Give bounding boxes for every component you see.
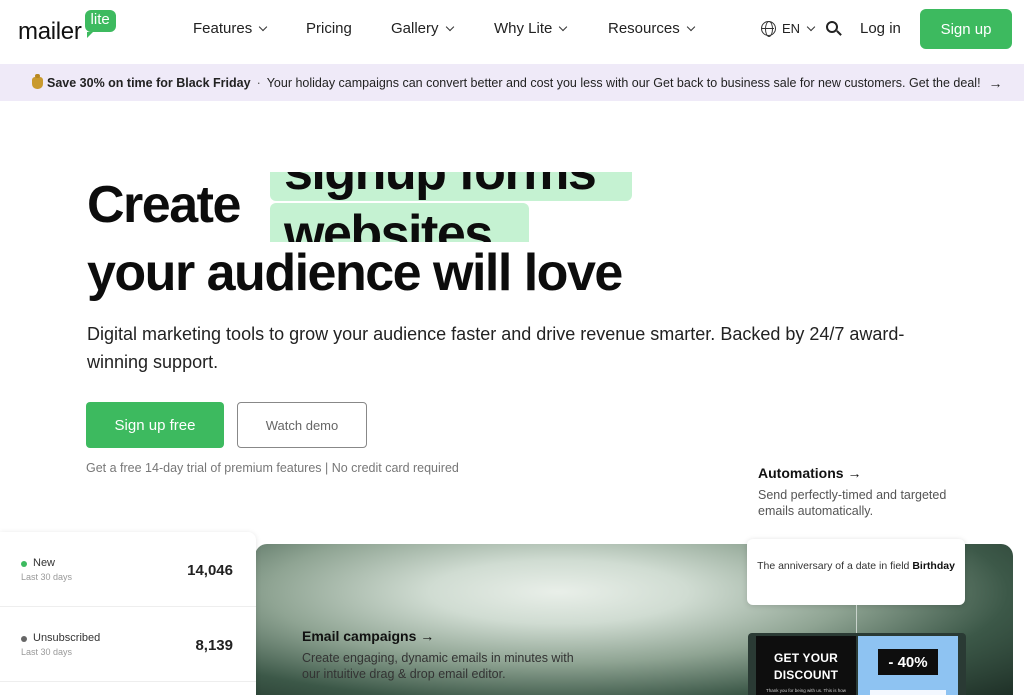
stat-label: New xyxy=(33,557,56,569)
money-bag-icon xyxy=(32,73,43,89)
promo-banner[interactable]: Save 30% on time for Black Friday · Your… xyxy=(0,64,1024,101)
promo-separator: · xyxy=(256,75,261,90)
status-dot xyxy=(21,561,27,567)
status-dot xyxy=(21,636,27,642)
hero-heading-line2: your audience will love xyxy=(87,244,623,302)
automations-link[interactable]: Automations → xyxy=(758,465,861,481)
login-label: Log in xyxy=(860,20,901,37)
rotating-word: websites xyxy=(270,203,529,242)
chevron-down-icon xyxy=(806,22,816,32)
promo-text: Your holiday campaigns can convert bette… xyxy=(266,75,981,90)
signup-button[interactable]: Sign up xyxy=(920,9,1012,49)
chevron-down-icon xyxy=(258,22,268,32)
rotating-word: signup forms xyxy=(270,172,632,201)
globe-icon xyxy=(761,21,776,37)
trial-note: Get a free 14-day trial of premium featu… xyxy=(86,461,459,475)
discount-badge: - 40% xyxy=(878,649,938,675)
chevron-down-icon xyxy=(686,22,695,32)
automations-description: Send perfectly-timed and targeted emails… xyxy=(758,488,947,518)
arrow-right-icon: → xyxy=(988,74,1003,91)
email-preview-headline: GET YOUR DISCOUNT xyxy=(773,651,839,682)
language-label: EN xyxy=(782,21,801,36)
nav-item-label: Resources xyxy=(608,20,680,37)
hero-subtitle: Digital marketing tools to grow your aud… xyxy=(87,324,905,372)
nav-item-why-lite[interactable]: Why Lite xyxy=(494,20,568,37)
watch-demo-button[interactable]: Watch demo xyxy=(237,402,367,448)
nav-item-pricing[interactable]: Pricing xyxy=(306,20,352,37)
nav-item-features[interactable]: Features xyxy=(193,20,268,37)
stat-value: 14,046 xyxy=(187,562,233,579)
search-icon[interactable] xyxy=(825,20,843,38)
stat-label: Unsubscribed xyxy=(33,632,101,644)
nav-item-gallery[interactable]: Gallery xyxy=(391,20,454,37)
workflow-connector xyxy=(856,605,857,633)
language-selector[interactable]: EN xyxy=(761,21,816,37)
top-navigation: mailer lite Features Pricing Gallery Why… xyxy=(0,0,1024,64)
login-link[interactable]: Log in xyxy=(860,20,901,37)
email-preview-right: - 40% xyxy=(858,636,958,695)
logo-wordmark: mailer xyxy=(18,18,82,45)
email-campaigns-description: Create engaging, dynamic emails in minut… xyxy=(302,651,574,681)
stat-row: New Last 30 days 14,046 xyxy=(0,532,256,607)
trigger-text: The anniversary of a date in field xyxy=(757,560,910,572)
rotating-word-carousel: signup forms websites xyxy=(270,172,650,242)
nav-item-label: Why Lite xyxy=(494,20,553,37)
chevron-down-icon xyxy=(445,22,454,32)
email-campaigns-link[interactable]: Email campaigns → xyxy=(302,628,434,644)
stat-row: Unsubscribed Last 30 days 8,139 xyxy=(0,607,256,682)
nav-item-label: Gallery xyxy=(391,20,439,37)
promo-highlight: Save 30% on time for Black Friday xyxy=(47,75,251,90)
automation-trigger-card: The anniversary of a date in field Birth… xyxy=(747,539,965,605)
chevron-down-icon xyxy=(559,22,568,32)
subscriber-stats-card: New Last 30 days 14,046 Unsubscribed Las… xyxy=(0,532,256,695)
email-preview: GET YOUR DISCOUNT Thank you for being wi… xyxy=(748,633,966,695)
email-preview-left: GET YOUR DISCOUNT Thank you for being wi… xyxy=(756,636,856,695)
signup-free-button[interactable]: Sign up free xyxy=(86,402,224,448)
stat-value: 8,139 xyxy=(195,637,233,654)
trigger-field: Birthday xyxy=(912,560,955,572)
nav-item-label: Pricing xyxy=(306,20,352,37)
email-preview-fine-print: Thank you for being with us. This is how xyxy=(766,688,846,693)
nav-item-label: Features xyxy=(193,20,253,37)
stat-period: Last 30 days xyxy=(21,647,73,657)
email-preview-strip xyxy=(870,690,946,695)
mailerlite-logo[interactable]: mailer lite xyxy=(18,10,116,46)
nav-item-resources[interactable]: Resources xyxy=(608,20,695,37)
stat-period: Last 30 days xyxy=(21,572,73,582)
hero-heading-create: Create xyxy=(87,176,241,234)
logo-badge: lite xyxy=(84,10,116,38)
